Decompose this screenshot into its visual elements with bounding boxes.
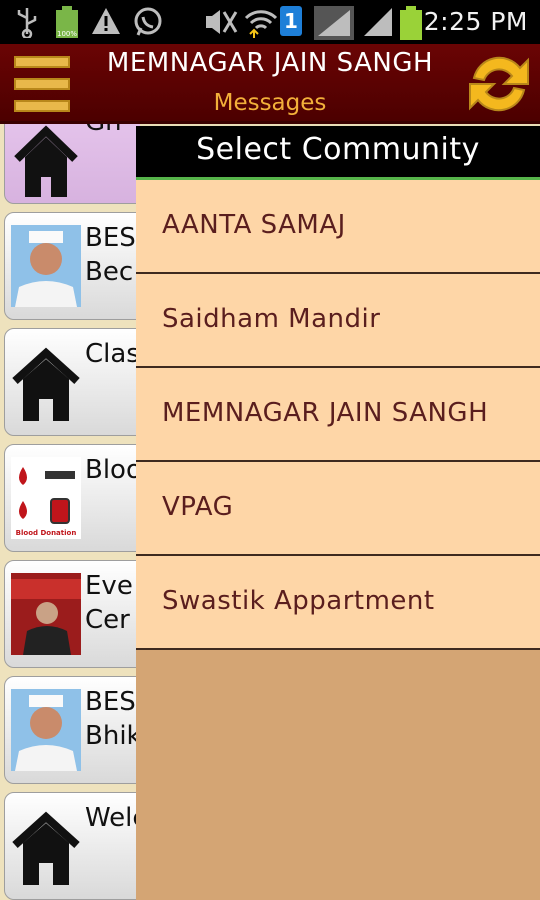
list-item-title: Bloo — [85, 455, 140, 485]
community-item-vpag[interactable]: VPAG — [136, 462, 540, 556]
warning-icon — [92, 8, 120, 34]
svg-text:100%: 100% — [57, 30, 77, 38]
drawer-title: Select Community — [196, 132, 480, 167]
list-item-title: Clas — [85, 339, 140, 369]
refresh-icon[interactable] — [464, 48, 534, 120]
community-drawer: Select Community AANTA SAMAJ Saidham Man… — [136, 126, 540, 900]
community-item-label: Swastik Appartment — [162, 586, 435, 616]
sim-badge-icon: 1 — [280, 6, 302, 36]
community-item-label: VPAG — [162, 492, 234, 522]
battery-icon — [400, 6, 422, 40]
status-bar: 100% 1 2:25 PM — [0, 0, 540, 44]
signal-icon — [364, 8, 392, 36]
community-item-label: MEMNAGAR JAIN SANGH — [162, 398, 489, 428]
list-item[interactable]: Blood Donation Bloo — [4, 444, 140, 552]
status-time: 2:25 PM — [423, 7, 528, 36]
event-photo — [11, 573, 81, 655]
list-item-title: Gh — [85, 124, 122, 139]
list-item[interactable]: BES Bhik — [4, 676, 140, 784]
community-item-memnagar-jain-sangh[interactable]: MEMNAGAR JAIN SANGH — [136, 368, 540, 462]
signal-icon — [314, 6, 354, 40]
list-item-title: BES Bec — [85, 223, 136, 287]
list-item-title: Welc — [85, 803, 140, 833]
battery-full-icon: 100% — [56, 6, 78, 38]
community-item-label: Saidham Mandir — [162, 304, 381, 334]
list-item[interactable]: BES Bec — [4, 212, 140, 320]
app-title: MEMNAGAR JAIN SANGH — [106, 48, 434, 78]
community-item-label: AANTA SAMAJ — [162, 210, 346, 240]
message-list: Gh BESBec Clas Blood Donation Bloo — [0, 124, 140, 900]
list-item[interactable]: Eve Cer — [4, 560, 140, 668]
whatsapp-icon — [134, 7, 162, 36]
usb-icon — [17, 8, 37, 38]
hamburger-menu-icon[interactable] — [10, 52, 74, 116]
action-bar: MEMNAGAR JAIN SANGH Messages — [0, 44, 540, 124]
list-item[interactable]: Gh — [4, 124, 140, 204]
drawer-header: Select Community — [136, 126, 540, 180]
mute-icon — [206, 10, 238, 34]
list-item[interactable]: Clas — [4, 328, 140, 436]
home-icon — [12, 347, 80, 421]
community-item-swastik-appartment[interactable]: Swastik Appartment — [136, 556, 540, 650]
community-item-aanta-samaj[interactable]: AANTA SAMAJ — [136, 180, 540, 274]
list-item-title: Eve Cer — [85, 571, 133, 635]
svg-text:Blood Donation: Blood Donation — [16, 529, 77, 537]
list-item-title: BES Bhik — [85, 687, 140, 751]
home-icon — [12, 811, 80, 885]
list-item[interactable]: Welc — [4, 792, 140, 900]
person-photo — [11, 225, 81, 307]
page-subtitle: Messages — [213, 90, 327, 116]
blood-donation-image: Blood Donation — [11, 457, 81, 539]
home-icon — [14, 125, 78, 197]
person-photo — [11, 689, 81, 771]
community-item-saidham-mandir[interactable]: Saidham Mandir — [136, 274, 540, 368]
wifi-icon — [244, 10, 278, 38]
